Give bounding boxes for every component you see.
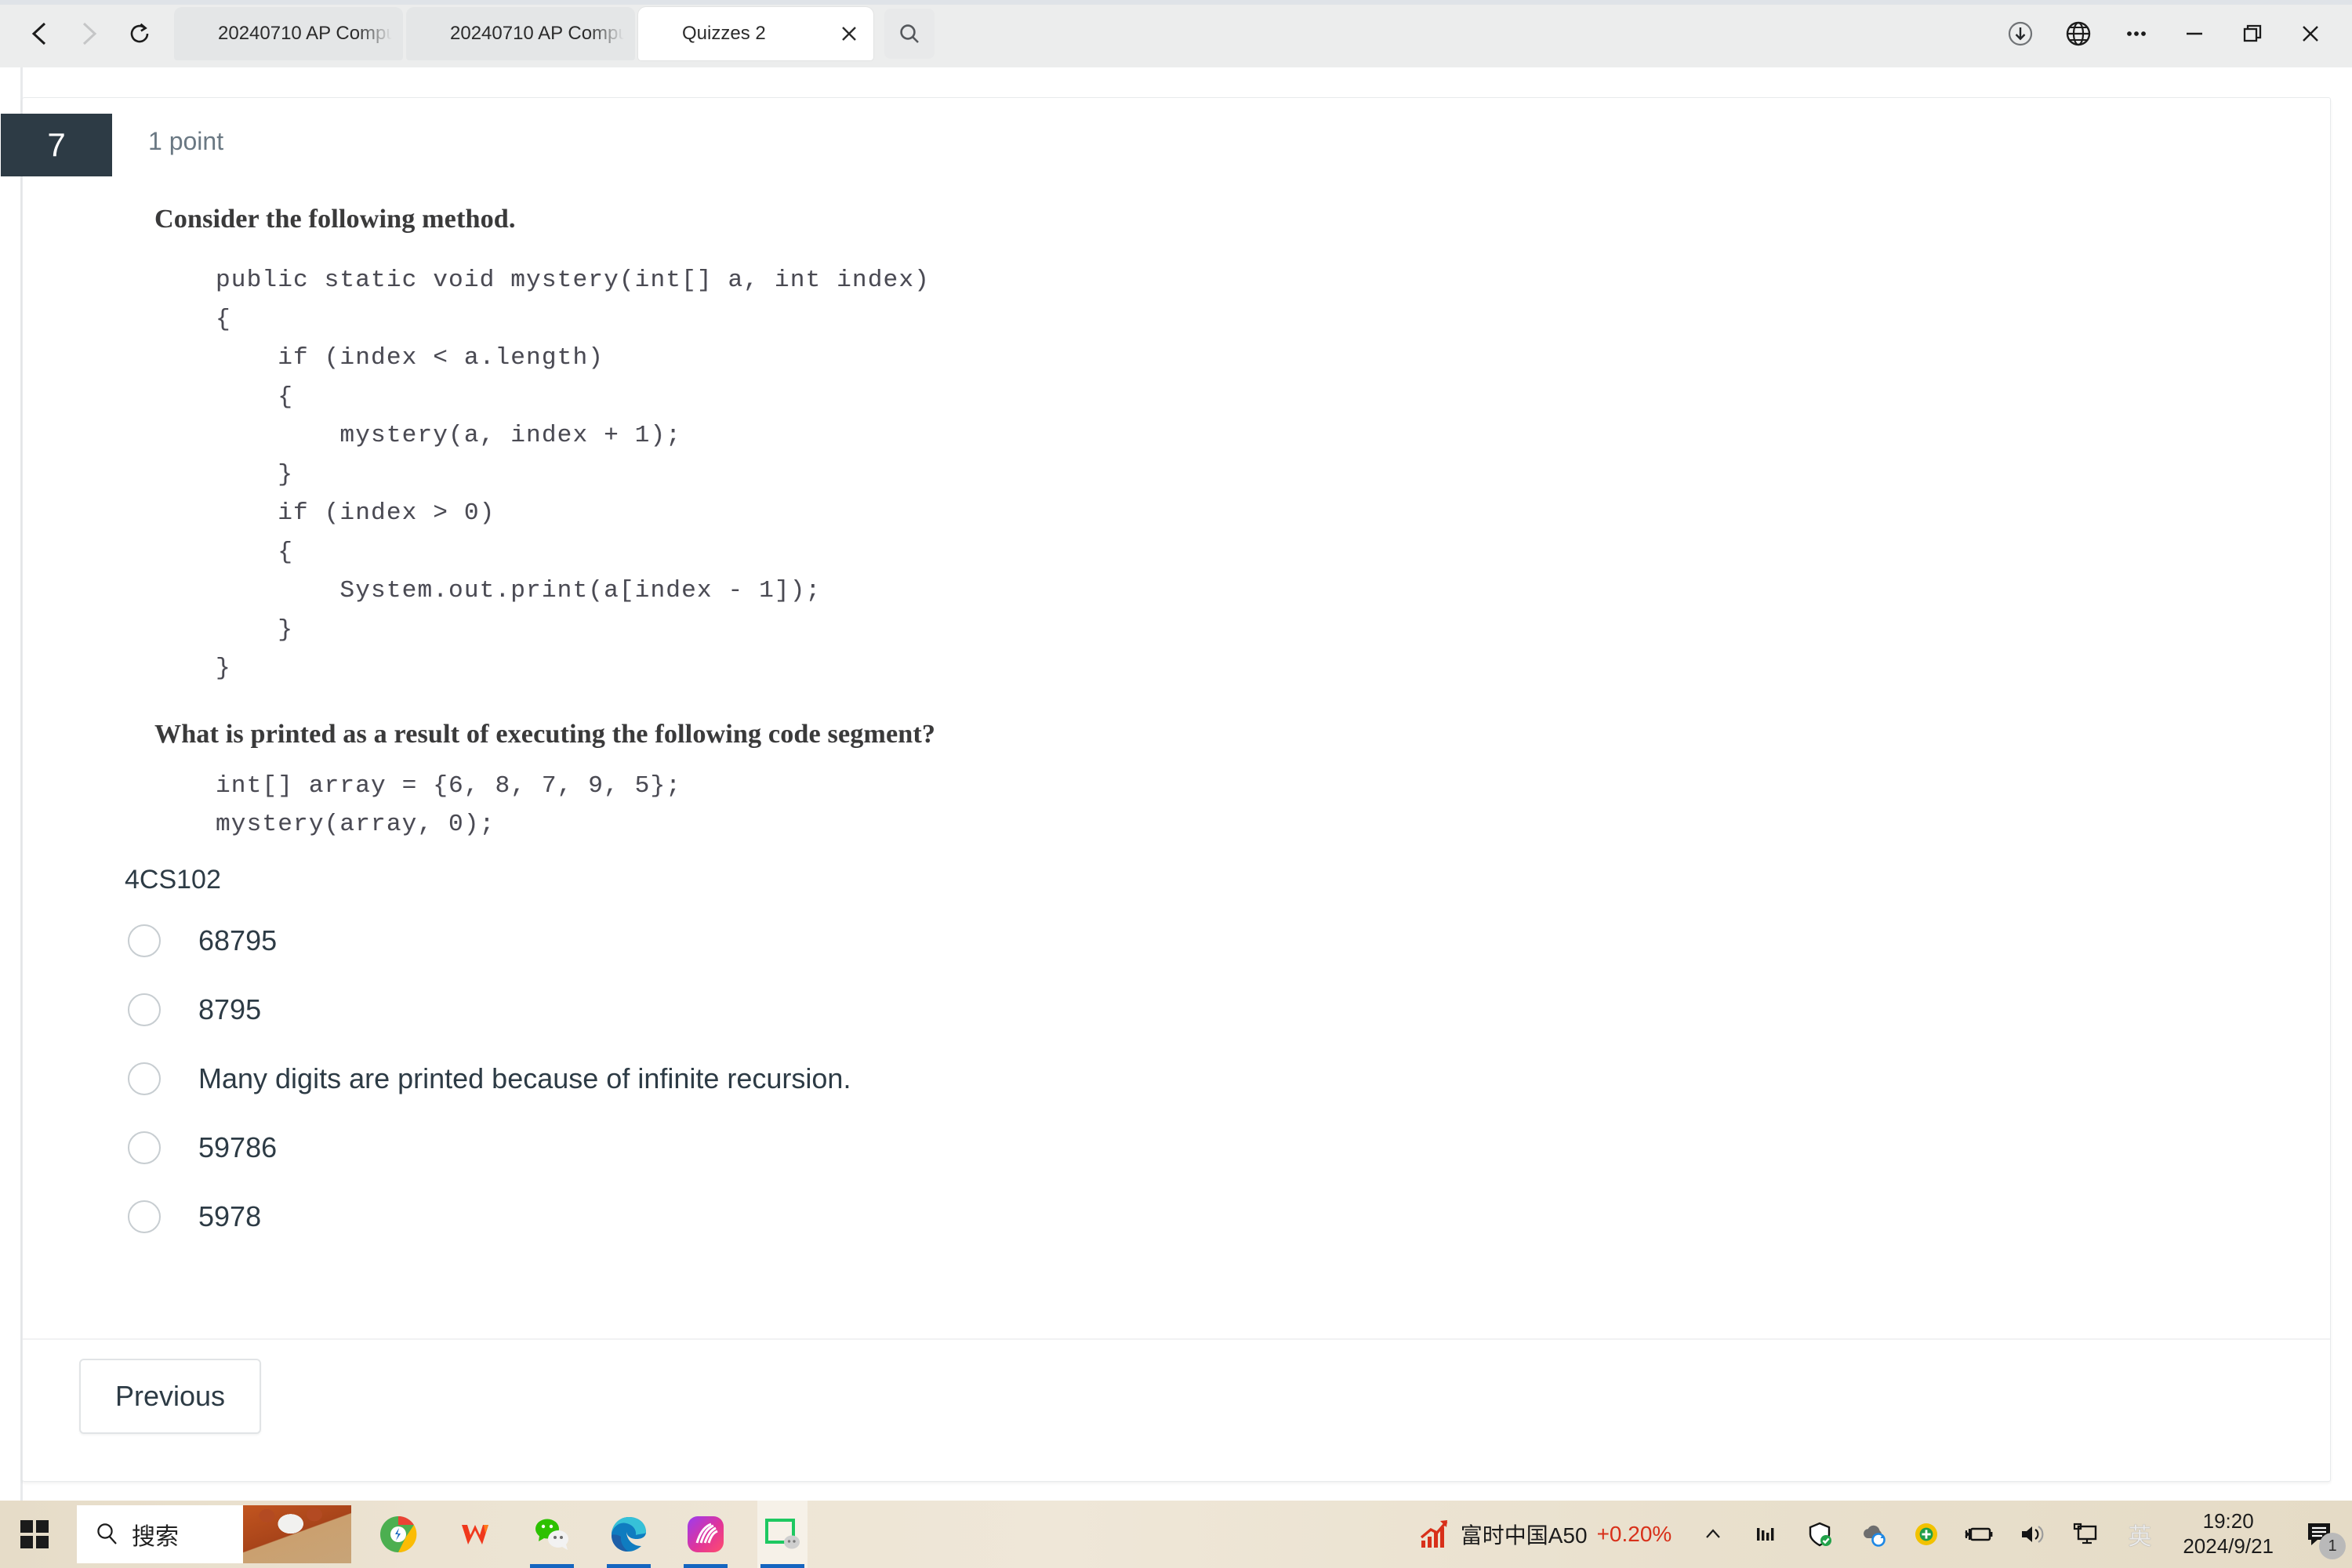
close-icon xyxy=(842,27,856,41)
question-points: 1 point xyxy=(148,126,224,155)
quiz-footer: Previous xyxy=(79,1359,261,1434)
answer-option[interactable]: 68795 xyxy=(125,906,2330,975)
close-tab-button[interactable] xyxy=(836,20,862,47)
answer-list: 4CS102 68795 8795 Many digits are printe… xyxy=(23,865,2330,1251)
battery-charging-icon[interactable] xyxy=(1962,1516,1998,1552)
clock-date: 2024/9/21 xyxy=(2183,1534,2274,1558)
taskbar-clock[interactable]: 19:20 2024/9/21 xyxy=(2183,1509,2274,1559)
answer-option[interactable]: 5978 xyxy=(125,1182,2330,1251)
search-placeholder: 搜索 xyxy=(132,1524,179,1550)
stock-name: 富时中国A50 xyxy=(1460,1523,1588,1548)
stock-change: +0.20% xyxy=(1596,1522,1672,1546)
navigation-buttons xyxy=(14,9,165,59)
more-options-icon xyxy=(2127,31,2146,36)
footer-divider xyxy=(23,1338,2330,1340)
security-shield-icon[interactable] xyxy=(1802,1516,1838,1552)
windows-taskbar: 搜索 富时中国A50 +0.20% 英 19:20 2024/9/21 1 xyxy=(0,1501,2352,1568)
previous-button[interactable]: Previous xyxy=(79,1359,261,1434)
answer-label: Many digits are printed because of infin… xyxy=(198,1062,851,1094)
show-hidden-icons-button[interactable] xyxy=(1695,1516,1731,1552)
browser-tab-active[interactable]: Quizzes 2 xyxy=(638,7,873,60)
question-prompt-2: What is printed as a result of executing… xyxy=(154,719,936,749)
browser-tab[interactable]: 20240710 AP Computer Science xyxy=(406,7,635,60)
more-options-button[interactable] xyxy=(2107,5,2165,63)
radio-button[interactable] xyxy=(128,993,161,1026)
chrome-icon[interactable] xyxy=(373,1501,423,1568)
tab-title: 20240710 AP Computer Science xyxy=(450,23,624,44)
translate-globe-icon xyxy=(2066,21,2091,46)
downloads-button[interactable] xyxy=(1991,5,2049,63)
question-prompt-1: Consider the following method. xyxy=(154,205,516,234)
translate-button[interactable] xyxy=(2049,5,2107,63)
maximize-restore-icon xyxy=(2243,24,2262,42)
input-method-icon[interactable]: 英 xyxy=(2122,1516,2158,1552)
answer-option[interactable]: 8795 xyxy=(125,975,2330,1044)
canvas-lms-icon xyxy=(185,22,209,45)
maximize-restore-button[interactable] xyxy=(2223,5,2281,63)
close-window-button[interactable] xyxy=(2281,5,2339,63)
stock-ticker[interactable]: 富时中国A50 +0.20% xyxy=(1417,1517,1672,1552)
network-monitor-icon[interactable] xyxy=(1748,1516,1784,1552)
notification-center-button[interactable]: 1 xyxy=(2299,1512,2346,1559)
answer-label: 68795 xyxy=(198,924,278,956)
answer-group-label: 4CS102 xyxy=(125,864,221,895)
close-icon xyxy=(2303,26,2318,42)
red-panda-image xyxy=(243,1505,351,1563)
question-body: Consider the following method. public st… xyxy=(23,167,2330,844)
display-settings-icon[interactable] xyxy=(2068,1516,2104,1552)
canvas-lms-icon xyxy=(417,22,441,45)
browser-tab[interactable]: 20240710 AP Computer Science xyxy=(174,7,403,60)
xiaohongshu-icon[interactable] xyxy=(681,1501,731,1568)
radio-button[interactable] xyxy=(128,1131,161,1164)
reload-icon xyxy=(130,23,149,43)
chevron-right-icon xyxy=(82,22,97,45)
tab-title: 20240710 AP Computer Science xyxy=(218,23,392,44)
page-content: 7 1 point Consider the following method.… xyxy=(0,67,2352,1501)
forward-button[interactable] xyxy=(64,9,114,59)
edge-icon[interactable] xyxy=(604,1501,654,1568)
radio-button[interactable] xyxy=(128,1062,161,1095)
start-button[interactable] xyxy=(0,1501,69,1568)
taskbar-pinned-apps xyxy=(373,1501,808,1568)
back-button[interactable] xyxy=(14,9,64,59)
clock-time: 19:20 xyxy=(2202,1509,2254,1534)
answer-option[interactable]: Many digits are printed because of infin… xyxy=(125,1044,2330,1113)
chevron-up-icon xyxy=(1706,1529,1721,1538)
answer-label: 59786 xyxy=(198,1131,278,1163)
cloud-sync-icon[interactable] xyxy=(1855,1516,1891,1552)
code-block-method: public static void mystery(int[] a, int … xyxy=(216,267,930,682)
question-header: 7 1 point xyxy=(1,98,2330,176)
search-icon xyxy=(900,24,919,43)
search-icon xyxy=(97,1523,117,1544)
window-controls xyxy=(1991,0,2352,67)
question-number-badge: 7 xyxy=(1,114,112,176)
system-tray: 富时中国A50 +0.20% 英 19:20 2024/9/21 1 xyxy=(1417,1501,2352,1568)
answer-label: 8795 xyxy=(198,993,262,1025)
reload-button[interactable] xyxy=(114,9,165,59)
answer-label: 5978 xyxy=(198,1200,262,1232)
wechat-icon[interactable] xyxy=(527,1501,577,1568)
taskbar-search-box[interactable]: 搜索 xyxy=(77,1505,351,1563)
wallet-plus-icon[interactable] xyxy=(1908,1516,1944,1552)
radio-button[interactable] xyxy=(128,924,161,957)
tab-title: Quizzes 2 xyxy=(682,23,766,44)
notification-count-badge: 1 xyxy=(2319,1533,2346,1559)
code-block-segment: int[] array = {6, 8, 7, 9, 5}; mystery(a… xyxy=(216,771,682,839)
downloads-icon xyxy=(2008,21,2033,46)
minimize-button[interactable] xyxy=(2165,5,2223,63)
radio-button[interactable] xyxy=(128,1200,161,1233)
chevron-left-icon xyxy=(31,22,46,45)
wechat-devtools-icon[interactable] xyxy=(757,1501,808,1568)
stock-chart-icon xyxy=(1420,1520,1448,1548)
wps-office-icon[interactable] xyxy=(450,1501,500,1568)
windows-start-icon xyxy=(20,1520,49,1548)
volume-icon[interactable] xyxy=(2015,1516,2051,1552)
canvas-lms-icon xyxy=(649,22,673,45)
minimize-icon xyxy=(2187,32,2202,35)
browser-chrome: 20240710 AP Computer Science 20240710 AP… xyxy=(0,0,2352,67)
tab-search-button[interactable] xyxy=(884,9,935,59)
tab-strip: 20240710 AP Computer Science 20240710 AP… xyxy=(174,0,935,67)
quiz-question-card: 7 1 point Consider the following method.… xyxy=(1,97,2331,1482)
answer-option[interactable]: 59786 xyxy=(125,1113,2330,1182)
